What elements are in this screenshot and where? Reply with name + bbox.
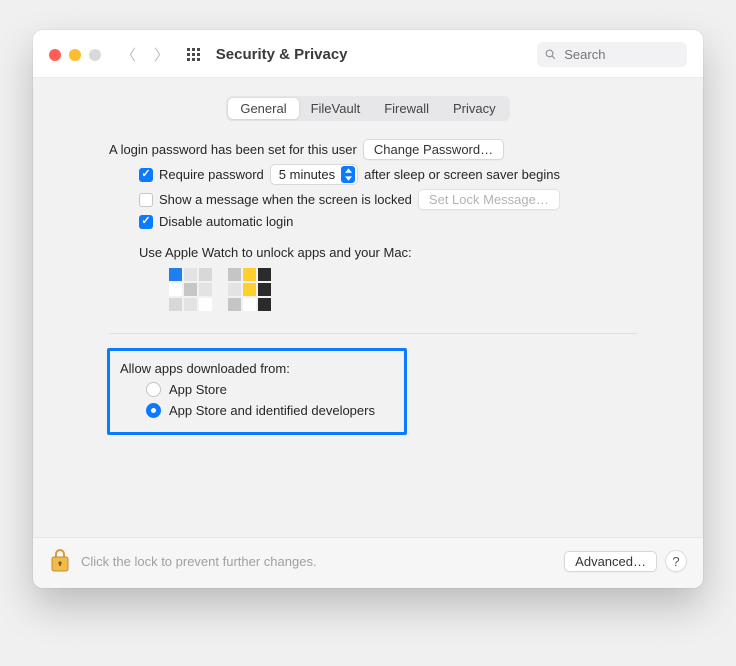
nav-arrows: 〈 〉 (121, 44, 169, 65)
back-button[interactable]: 〈 (121, 44, 136, 65)
allow-appstore-row: App Store (146, 382, 388, 397)
allow-apps-heading: Allow apps downloaded from: (120, 361, 388, 376)
tab-general[interactable]: General (228, 98, 298, 119)
footer: Click the lock to prevent further change… (33, 537, 703, 588)
require-delay-value: 5 minutes (279, 167, 335, 182)
allow-apps-highlight: Allow apps downloaded from: App Store Ap… (107, 348, 407, 435)
watch-user-avatar[interactable] (169, 268, 212, 311)
allow-identified-label: App Store and identified developers (169, 403, 375, 418)
search-input[interactable] (562, 46, 679, 63)
tab-filevault[interactable]: FileVault (299, 98, 373, 119)
require-password-label: Require password (159, 167, 264, 182)
apple-watch-section: Use Apple Watch to unlock apps and your … (139, 245, 637, 311)
tab-segment: General FileVault Firewall Privacy (226, 96, 509, 121)
allow-appstore-radio[interactable] (146, 382, 161, 397)
show-message-row: Show a message when the screen is locked… (139, 189, 637, 210)
tab-firewall[interactable]: Firewall (372, 98, 441, 119)
minimize-window-button[interactable] (69, 49, 81, 61)
lock-icon[interactable] (49, 548, 71, 574)
titlebar: 〈 〉 Security & Privacy (33, 30, 703, 77)
apple-watch-users (169, 268, 637, 311)
login-password-text: A login password has been set for this u… (109, 142, 357, 157)
section-divider (109, 333, 637, 334)
show-all-prefs-button[interactable] (187, 48, 200, 61)
general-content: A login password has been set for this u… (49, 139, 687, 525)
lock-description: Click the lock to prevent further change… (81, 554, 317, 569)
select-stepper-icon (341, 166, 355, 183)
window-title: Security & Privacy (216, 46, 348, 63)
window-controls (49, 49, 101, 61)
change-password-button[interactable]: Change Password… (363, 139, 504, 160)
search-field[interactable] (537, 42, 687, 67)
close-window-button[interactable] (49, 49, 61, 61)
require-password-suffix: after sleep or screen saver begins (364, 167, 560, 182)
zoom-window-button[interactable] (89, 49, 101, 61)
forward-button[interactable]: 〉 (154, 44, 169, 65)
apple-watch-text: Use Apple Watch to unlock apps and your … (139, 245, 412, 260)
preferences-window: 〈 〉 Security & Privacy General FileVault… (33, 30, 703, 588)
require-password-checkbox[interactable] (139, 168, 153, 182)
require-delay-select[interactable]: 5 minutes (270, 164, 358, 185)
show-message-label: Show a message when the screen is locked (159, 192, 412, 207)
pane-body: General FileVault Firewall Privacy A log… (33, 78, 703, 537)
set-lock-message-button[interactable]: Set Lock Message… (418, 189, 560, 210)
advanced-button[interactable]: Advanced… (564, 551, 657, 572)
tabs: General FileVault Firewall Privacy (49, 96, 687, 121)
require-password-row: Require password 5 minutes after sleep o… (139, 164, 637, 185)
bottom-spacer (109, 435, 637, 525)
disable-auto-login-label: Disable automatic login (159, 214, 293, 229)
allow-identified-row: App Store and identified developers (146, 403, 388, 418)
disable-auto-login-row: Disable automatic login (139, 214, 637, 229)
allow-identified-radio[interactable] (146, 403, 161, 418)
tab-privacy[interactable]: Privacy (441, 98, 508, 119)
help-button[interactable]: ? (665, 550, 687, 572)
allow-appstore-label: App Store (169, 382, 227, 397)
show-message-checkbox[interactable] (139, 193, 153, 207)
login-password-row: A login password has been set for this u… (109, 139, 637, 160)
watch-user-avatar[interactable] (228, 268, 271, 311)
search-icon (545, 48, 556, 61)
disable-auto-login-checkbox[interactable] (139, 215, 153, 229)
